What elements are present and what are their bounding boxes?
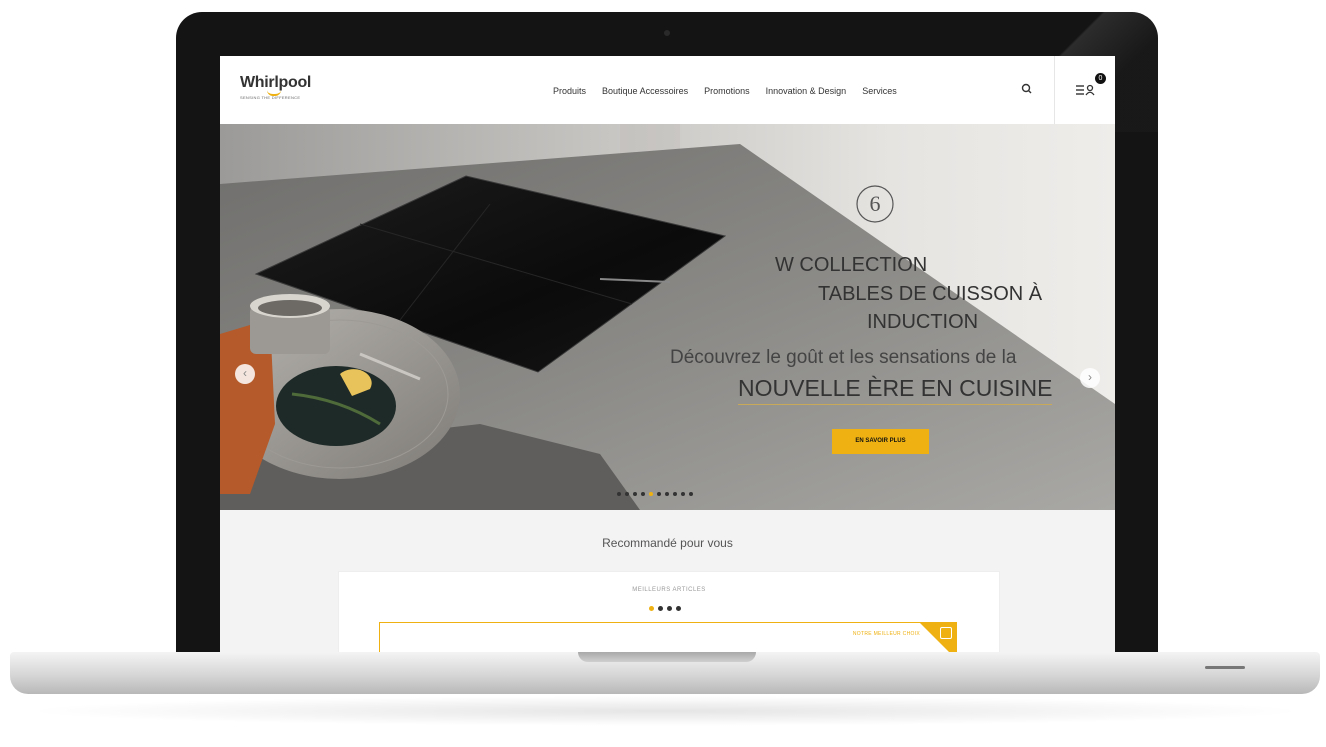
recommend-dot-1[interactable] [649, 606, 654, 611]
hero-headline: NOUVELLE ÈRE EN CUISINE [738, 375, 1053, 405]
hero-line-2: TABLES DE CUISSON À [818, 283, 1043, 305]
recommend-label: MEILLEURS ARTICLES [632, 587, 706, 593]
laptop-base [10, 652, 1320, 694]
sixth-sense-logo: 6 [850, 179, 900, 229]
svg-text:6: 6 [870, 191, 881, 216]
recommend-dot-3[interactable] [667, 606, 672, 611]
recommend-card: MEILLEURS ARTICLES NOTRE MEILLEUR CHOIX [338, 571, 1000, 654]
carousel-dot-5[interactable] [649, 492, 653, 496]
whirlpool-logo[interactable]: Whirlpool SENSING THE DIFFERENCE [240, 74, 311, 100]
product-card-label: NOTRE MEILLEUR CHOIX [852, 631, 920, 637]
nav-item-services[interactable]: Services [862, 86, 897, 96]
recommend-dot-4[interactable] [676, 606, 681, 611]
carousel-dot-10[interactable] [689, 492, 693, 496]
carousel-dot-9[interactable] [681, 492, 685, 496]
carousel-dot-6[interactable] [657, 492, 661, 496]
carousel-dot-4[interactable] [641, 492, 645, 496]
nav-item-produits[interactable]: Produits [553, 86, 586, 96]
nav-item-boutique-accessoires[interactable]: Boutique Accessoires [602, 86, 688, 96]
laptop-notch [578, 652, 756, 662]
webcam [664, 30, 670, 36]
hero-line-4: Découvrez le goût et les sensations de l… [670, 347, 1017, 368]
product-card[interactable]: NOTRE MEILLEUR CHOIX [379, 622, 957, 654]
carousel-dot-8[interactable] [673, 492, 677, 496]
main-nav: Produits Boutique Accessoires Promotions… [553, 86, 913, 96]
carousel-dot-1[interactable] [617, 492, 621, 496]
search-icon[interactable] [1020, 82, 1034, 96]
nav-item-promotions[interactable]: Promotions [704, 86, 750, 96]
carousel-dot-3[interactable] [633, 492, 637, 496]
nav-item-innovation-design[interactable]: Innovation & Design [766, 86, 847, 96]
header-divider [1054, 56, 1055, 124]
carousel-next-button[interactable]: › [1080, 368, 1100, 388]
recommend-title: Recommandé pour vous [602, 536, 733, 550]
menu-user-icon[interactable] [1075, 82, 1099, 98]
site-header: Whirlpool SENSING THE DIFFERENCE Produit… [220, 56, 1115, 125]
recommend-dot-2[interactable] [658, 606, 663, 611]
expand-icon[interactable] [940, 627, 952, 639]
hero-image [220, 124, 1115, 510]
laptop-shadow [20, 696, 1310, 726]
hero-line-1: W COLLECTION [775, 254, 928, 276]
hero-carousel: 6 W COLLECTION TABLES DE CUISSON À INDUC… [220, 124, 1115, 510]
laptop-slot [1205, 666, 1245, 669]
carousel-dot-2[interactable] [625, 492, 629, 496]
carousel-prev-button[interactable]: ‹ [235, 364, 255, 384]
hero-line-3: INDUCTION [867, 311, 979, 333]
en-savoir-plus-button[interactable]: EN SAVOIR PLUS [832, 429, 929, 454]
browser-viewport: Whirlpool SENSING THE DIFFERENCE Produit… [220, 56, 1115, 654]
carousel-dot-7[interactable] [665, 492, 669, 496]
recommend-dots [649, 606, 685, 611]
cart-count-badge[interactable]: 0 [1095, 73, 1106, 84]
carousel-dots [617, 492, 697, 496]
